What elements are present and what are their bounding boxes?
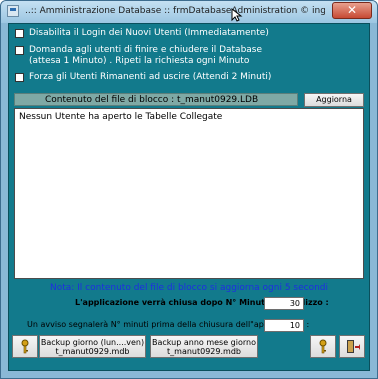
exit-button[interactable] (339, 335, 365, 358)
refresh-note: Nota: Il contenuto del file di blocco si… (49, 283, 329, 293)
disable-login-checkbox[interactable] (15, 29, 24, 38)
help-button-left[interactable] (12, 335, 38, 358)
key-icon (21, 339, 29, 354)
warn-before-input[interactable]: 10 (264, 319, 304, 332)
window-title: ..:: Amministrazione Database :: frmData… (25, 6, 325, 16)
mouse-cursor-icon (231, 8, 243, 22)
backup-date-button[interactable]: Backup anno mese giorno t_manut0929.mdb (150, 335, 258, 358)
app-icon (7, 5, 19, 17)
exit-door-icon (347, 340, 360, 353)
key-icon (319, 339, 327, 354)
help-button-right[interactable] (310, 335, 336, 358)
close-button[interactable]: ✕ (332, 2, 372, 19)
admin-window: ..:: Amministrazione Database :: frmData… (0, 0, 378, 379)
form-body: Disabilita il Login dei Nuovi Utenti (Im… (8, 23, 370, 371)
lock-file-header-text: Contenuto del file di blocco : t_manut09… (45, 95, 259, 105)
force-exit-checkbox[interactable] (15, 73, 24, 82)
close-after-input[interactable]: 30 (264, 297, 304, 310)
lock-file-header: Contenuto del file di blocco : t_manut09… (14, 93, 298, 106)
lock-file-content[interactable]: Nessun Utente ha aperto le Tabelle Colle… (14, 108, 364, 279)
ask-users-label: Domanda agli utenti di finire e chiudere… (29, 45, 263, 66)
ask-users-checkbox[interactable] (15, 46, 24, 55)
disable-login-label: Disabilita il Login dei Nuovi Utenti (Im… (29, 28, 269, 38)
title-bar[interactable]: ..:: Amministrazione Database :: frmData… (1, 1, 377, 23)
refresh-button[interactable]: Aggiorna (304, 93, 364, 107)
force-exit-label: Forza gli Utenti Rimanenti ad uscire (At… (29, 72, 272, 82)
backup-weekday-button[interactable]: Backup giorno (lun....ven) t_manut0929.m… (39, 335, 146, 358)
